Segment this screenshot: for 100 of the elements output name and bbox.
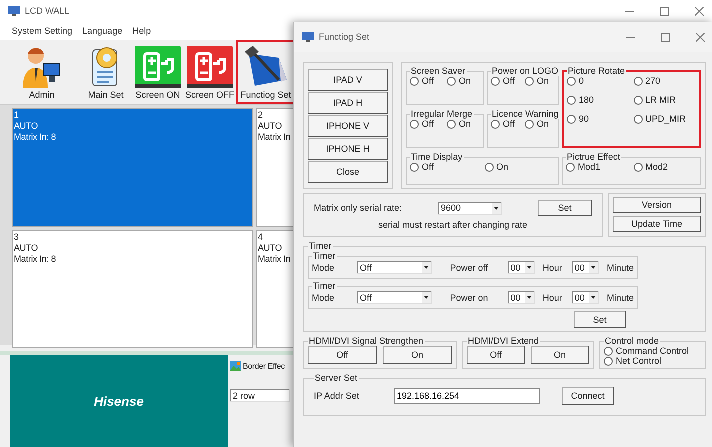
- group-title: Control mode: [604, 336, 660, 346]
- close-icon[interactable]: [695, 6, 704, 16]
- device-button[interactable]: Close: [308, 160, 388, 182]
- minimize-icon[interactable]: [626, 36, 635, 38]
- person-computer-icon: [22, 46, 62, 88]
- screen-tile[interactable]: 1 AUTO Matrix In: 8: [12, 108, 253, 227]
- battery-plug-icon: [135, 46, 181, 88]
- toggle-button[interactable]: On: [383, 346, 452, 364]
- device-button[interactable]: IPAD H: [308, 92, 388, 114]
- connect-button[interactable]: Connect: [562, 387, 614, 405]
- caret-icon[interactable]: [524, 262, 534, 273]
- hour-dropdown[interactable]: 00: [508, 261, 535, 274]
- minimize-icon[interactable]: [625, 10, 634, 12]
- maximize-icon[interactable]: [660, 6, 669, 16]
- dialog-title: Functiog Set: [319, 32, 370, 42]
- group-title: Screen Saver: [410, 66, 467, 76]
- minute-dropdown[interactable]: 00: [572, 261, 599, 274]
- group-title: Server Set: [314, 373, 359, 383]
- group-title: Timer: [308, 241, 333, 251]
- mode-dropdown[interactable]: Off: [356, 291, 432, 304]
- radio-button[interactable]: On: [525, 76, 555, 86]
- menu-item[interactable]: System Setting: [12, 26, 73, 36]
- group-title: Timer: [312, 251, 337, 261]
- caret-icon[interactable]: [524, 292, 534, 303]
- toggle-button[interactable]: On: [531, 346, 589, 364]
- group-title: Pictrue Effect: [566, 152, 622, 162]
- group-title: Power on LOGO: [491, 66, 560, 76]
- group-title: HDMI/DVI Signal Strengthen: [308, 336, 425, 346]
- radio-button[interactable]: 180: [567, 95, 630, 105]
- radio-button[interactable]: UPD_MIR: [634, 114, 696, 124]
- close-icon[interactable]: [696, 32, 705, 42]
- menu-item[interactable]: Language: [82, 26, 123, 36]
- menu-item[interactable]: Help: [132, 26, 152, 36]
- caret-icon[interactable]: [422, 262, 432, 273]
- group-title: Licence Warning: [491, 109, 560, 119]
- picture-icon: [230, 361, 241, 371]
- window-title: LCD WALL: [25, 6, 70, 16]
- ip-address-field[interactable]: 192.168.16.254: [394, 388, 540, 404]
- info-button[interactable]: Update Time: [613, 216, 701, 232]
- note-text: serial must restart after changing rate: [378, 220, 528, 230]
- field-label: Minute: [606, 262, 634, 272]
- field-label: Power on: [449, 292, 490, 302]
- radio-button[interactable]: 270: [634, 76, 696, 86]
- device-button[interactable]: IPHONE V: [308, 114, 388, 136]
- brand-logo: Hisense: [94, 394, 144, 408]
- field-label: IP Addr Set: [314, 391, 360, 401]
- set-button[interactable]: Set: [538, 200, 592, 216]
- toolbar-button[interactable]: Screen OFF: [184, 40, 236, 104]
- radio-button[interactable]: On: [447, 119, 480, 129]
- field-label: Mode: [312, 292, 336, 302]
- group-title: Irregular Merge: [410, 109, 474, 119]
- device-button[interactable]: IPHONE H: [308, 138, 388, 160]
- radio-button[interactable]: 0: [567, 76, 630, 86]
- radio-button[interactable]: Off: [410, 119, 443, 129]
- group-title: Timer: [312, 281, 337, 291]
- radio-button[interactable]: Off: [491, 76, 521, 86]
- row-dropdown[interactable]: 2 row: [230, 389, 290, 402]
- toolbar-button[interactable]: Screen ON: [132, 40, 184, 104]
- toolbar-button[interactable]: Main Set: [80, 40, 132, 104]
- screen-tile[interactable]: 3 AUTO Matrix In: 8: [12, 230, 253, 348]
- radio-button[interactable]: Mod2: [634, 162, 697, 172]
- hour-dropdown[interactable]: 00: [508, 291, 535, 304]
- radio-button[interactable]: Off: [410, 162, 480, 172]
- caret-icon[interactable]: [422, 292, 432, 303]
- radio-button[interactable]: On: [447, 76, 480, 86]
- set-button[interactable]: Set: [574, 311, 626, 328]
- group-title: Picture Rotate: [567, 66, 626, 76]
- toolbar-button[interactable]: Admin: [4, 40, 80, 104]
- toggle-button[interactable]: Off: [308, 346, 377, 364]
- field-label: Mode: [312, 262, 336, 272]
- field-label: Power off: [449, 262, 490, 272]
- radio-button[interactable]: LR MIR: [634, 95, 696, 105]
- caret-icon[interactable]: [588, 292, 598, 303]
- baud-rate-dropdown[interactable]: 9600: [438, 202, 502, 214]
- field-label: Matrix only serial rate:: [314, 203, 402, 213]
- panel-title: Border Effec: [243, 362, 285, 370]
- battery-plug-icon: [187, 46, 233, 88]
- group-title: HDMI/DVI Extend: [467, 336, 540, 346]
- radio-button[interactable]: Off: [491, 119, 521, 129]
- caret-icon[interactable]: [588, 262, 598, 273]
- radio-button[interactable]: On: [484, 162, 555, 172]
- monitor-icon: [8, 6, 20, 16]
- monitor-icon: [302, 32, 314, 42]
- group-title: Time Display: [410, 152, 464, 162]
- radio-button[interactable]: 90: [567, 114, 630, 124]
- radio-button[interactable]: On: [525, 119, 555, 129]
- mode-dropdown[interactable]: Off: [356, 261, 432, 274]
- device-button[interactable]: IPAD V: [308, 68, 388, 90]
- radio-button[interactable]: Mod1: [566, 162, 630, 172]
- minute-dropdown[interactable]: 00: [572, 291, 599, 304]
- radio-button[interactable]: Command Control: [604, 346, 701, 356]
- info-button[interactable]: Version: [613, 197, 701, 213]
- hammer-monitor-icon: [243, 46, 289, 88]
- field-label: Hour: [542, 292, 564, 302]
- field-label: Hour: [542, 262, 564, 272]
- radio-button[interactable]: Off: [410, 76, 443, 86]
- caret-icon[interactable]: [492, 202, 502, 214]
- maximize-icon[interactable]: [661, 32, 670, 42]
- toggle-button[interactable]: Off: [467, 346, 525, 364]
- radio-button[interactable]: Net Control: [604, 356, 701, 366]
